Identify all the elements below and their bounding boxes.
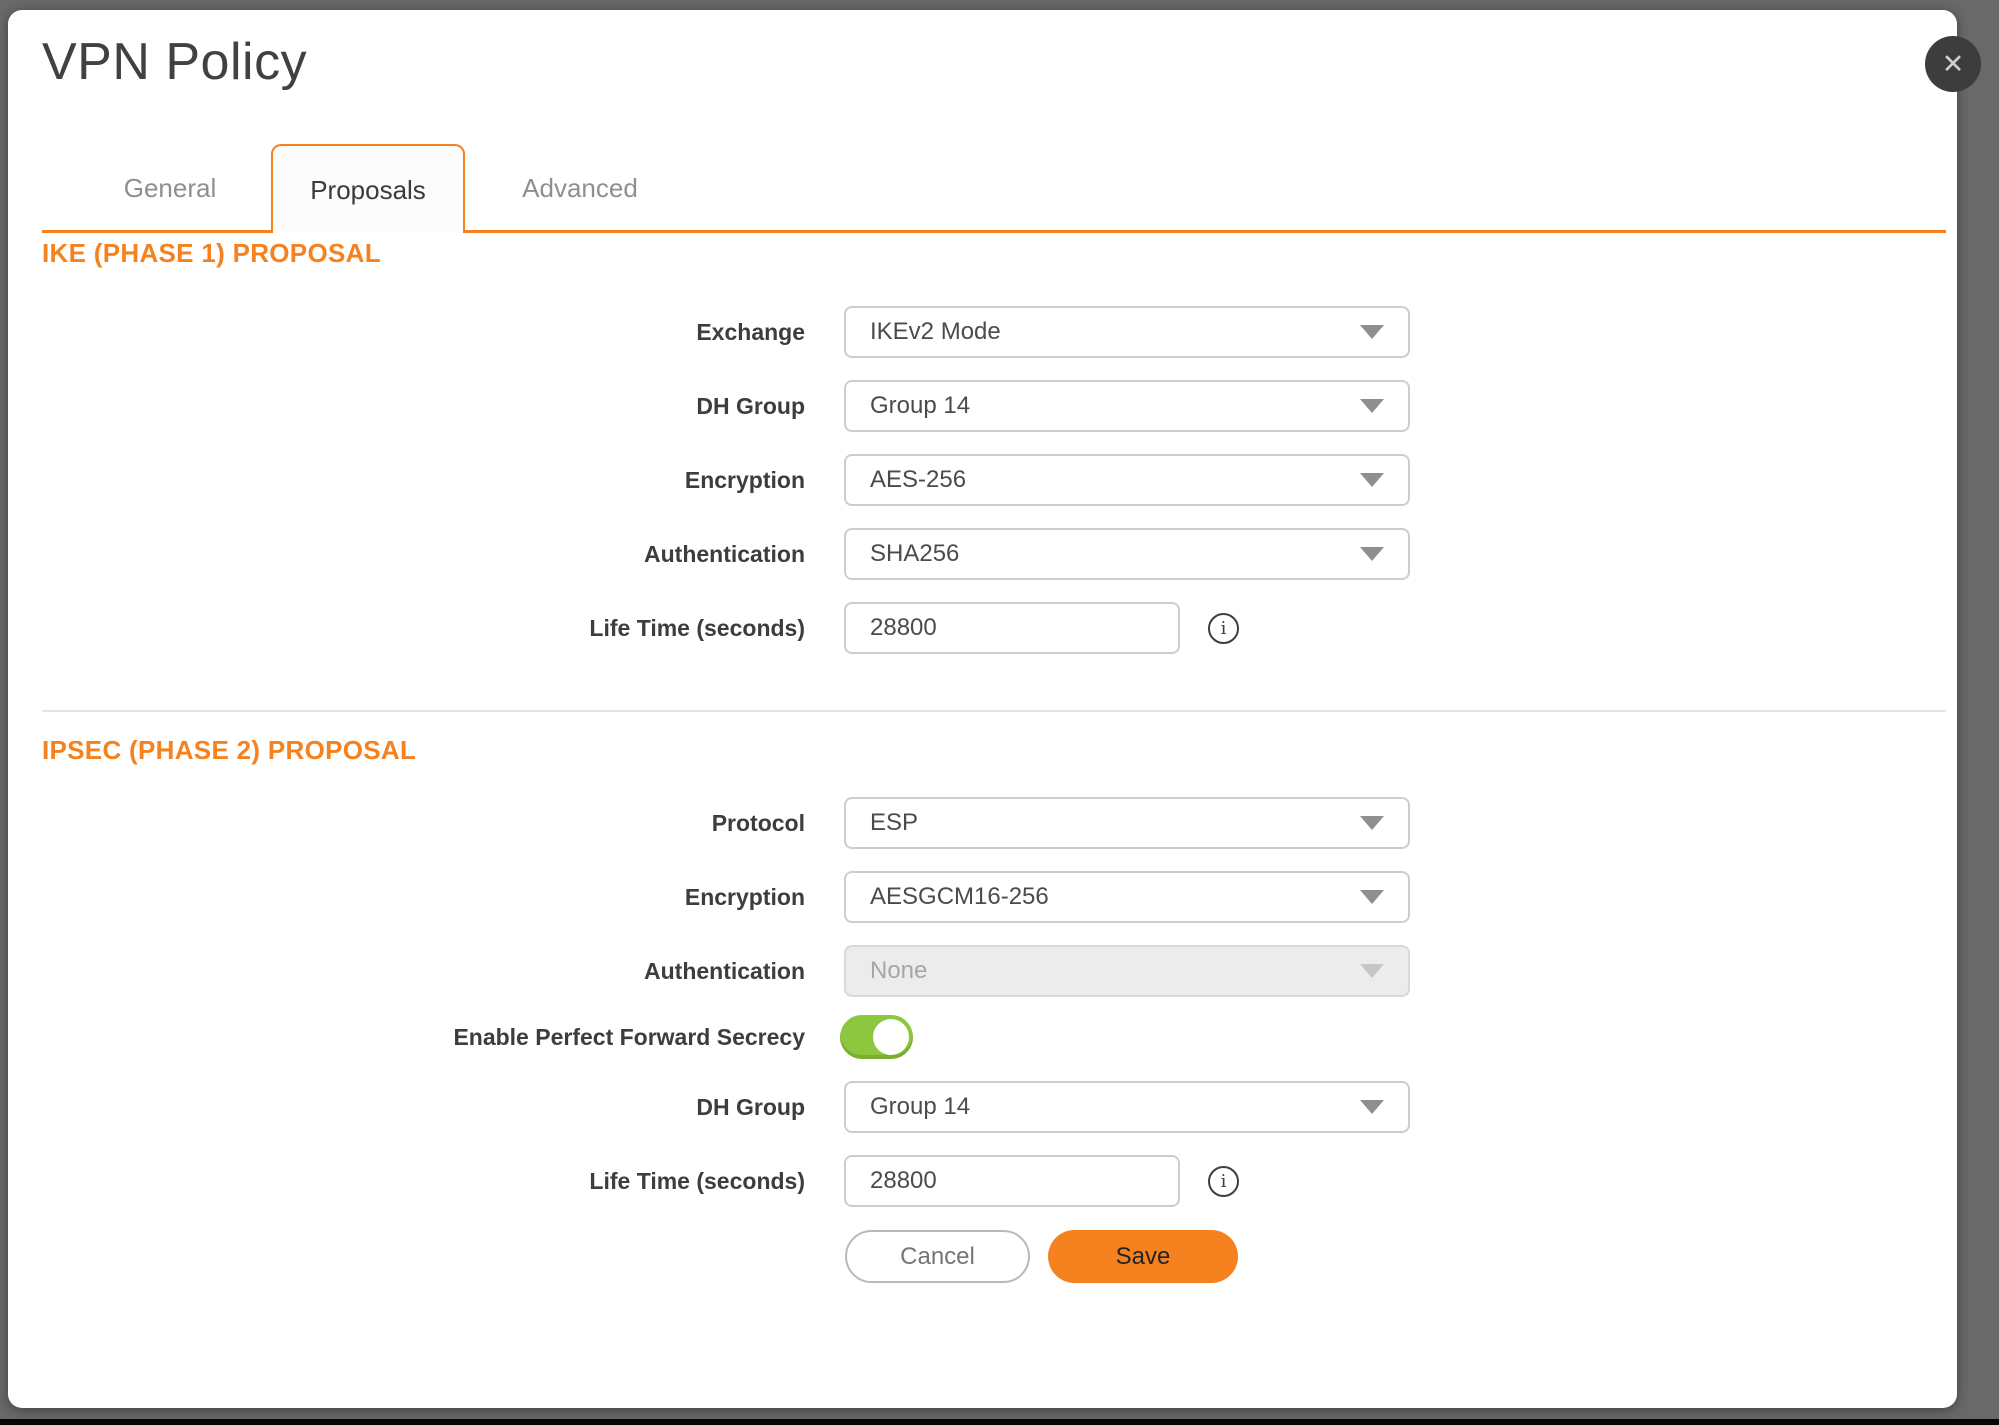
field-label-authentication: Authentication <box>42 945 805 997</box>
ike-authentication-select[interactable]: SHA256 <box>844 528 1410 580</box>
toggle-knob <box>873 1019 909 1055</box>
section-divider <box>42 710 1946 712</box>
close-button[interactable]: ✕ <box>1925 36 1981 92</box>
ipsec-dh-group-select[interactable]: Group 14 <box>844 1081 1410 1133</box>
ike-section-heading: IKE (PHASE 1) PROPOSAL <box>42 238 381 269</box>
selected-value: AESGCM16-256 <box>870 883 1049 911</box>
field-label-dh-group: DH Group <box>42 1081 805 1133</box>
tab-advanced[interactable]: Advanced <box>485 144 675 233</box>
chevron-down-icon <box>1360 473 1384 487</box>
selected-value: Group 14 <box>870 392 970 420</box>
chevron-down-icon <box>1360 399 1384 413</box>
selected-value: AES-256 <box>870 466 966 494</box>
ipsec-life-time-seconds-input[interactable] <box>844 1155 1180 1207</box>
info-icon[interactable]: i <box>1208 1166 1239 1197</box>
selected-value: ESP <box>870 809 918 837</box>
dialog-title: VPN Policy <box>42 32 307 92</box>
chevron-down-icon <box>1360 547 1384 561</box>
chevron-down-icon <box>1360 325 1384 339</box>
ipsec-enable-perfect-forward-secrecy-toggle[interactable] <box>840 1015 913 1059</box>
field-label-exchange: Exchange <box>42 306 805 358</box>
ike-exchange-select[interactable]: IKEv2 Mode <box>844 306 1410 358</box>
chevron-down-icon <box>1360 816 1384 830</box>
field-label-life-time-seconds: Life Time (seconds) <box>42 602 805 654</box>
ipsec-section-heading: IPSEC (PHASE 2) PROPOSAL <box>42 735 416 766</box>
cancel-button[interactable]: Cancel <box>845 1230 1030 1283</box>
ike-encryption-select[interactable]: AES-256 <box>844 454 1410 506</box>
ipsec-authentication-select[interactable]: None <box>844 945 1410 997</box>
info-icon[interactable]: i <box>1208 613 1239 644</box>
screen: VPN Policy ✕ GeneralProposalsAdvanced IK… <box>0 0 1999 1425</box>
ike-dh-group-select[interactable]: Group 14 <box>844 380 1410 432</box>
selected-value: SHA256 <box>870 540 959 568</box>
field-label-encryption: Encryption <box>42 871 805 923</box>
tab-proposals[interactable]: Proposals <box>271 144 465 233</box>
selected-value: None <box>870 957 927 985</box>
chevron-down-icon <box>1360 1100 1384 1114</box>
ipsec-protocol-select[interactable]: ESP <box>844 797 1410 849</box>
field-label-protocol: Protocol <box>42 797 805 849</box>
ipsec-encryption-select[interactable]: AESGCM16-256 <box>844 871 1410 923</box>
save-button[interactable]: Save <box>1048 1230 1238 1283</box>
close-icon: ✕ <box>1942 51 1965 78</box>
selected-value: IKEv2 Mode <box>870 318 1001 346</box>
ike-life-time-seconds-input[interactable] <box>844 602 1180 654</box>
selected-value: Group 14 <box>870 1093 970 1121</box>
tab-general[interactable]: General <box>75 144 265 233</box>
field-label-encryption: Encryption <box>42 454 805 506</box>
chevron-down-icon <box>1360 964 1384 978</box>
bottom-edge <box>0 1419 1999 1425</box>
field-label-enable-perfect-forward-secrecy: Enable Perfect Forward Secrecy <box>42 1015 805 1059</box>
field-label-dh-group: DH Group <box>42 380 805 432</box>
chevron-down-icon <box>1360 890 1384 904</box>
field-label-life-time-seconds: Life Time (seconds) <box>42 1155 805 1207</box>
field-label-authentication: Authentication <box>42 528 805 580</box>
